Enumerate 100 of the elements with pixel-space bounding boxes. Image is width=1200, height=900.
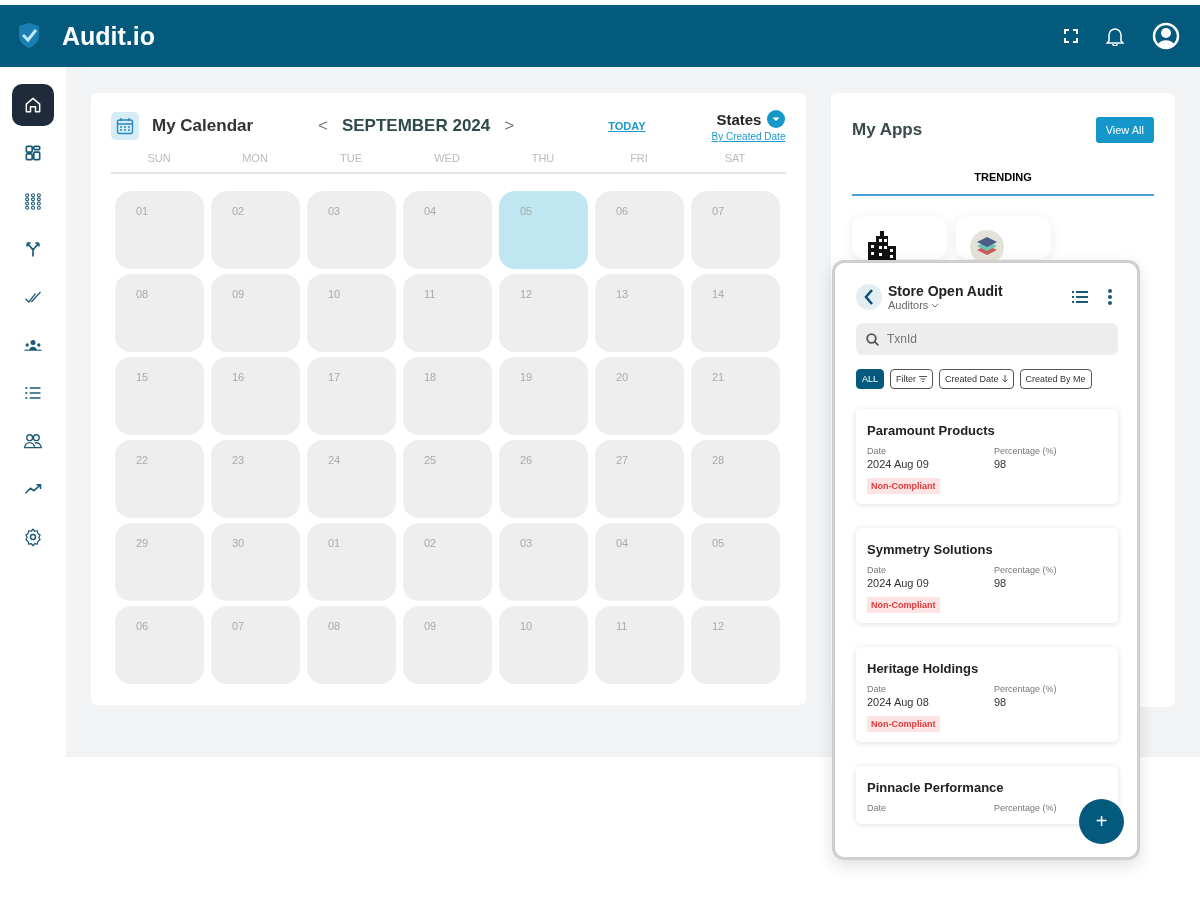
day-cell[interactable]: 05 — [499, 191, 588, 269]
add-button[interactable]: + — [1079, 799, 1124, 844]
back-icon — [864, 289, 874, 305]
audit-card[interactable]: Symmetry Solutions Date 2024 Aug 09 Percentage (%) 98 Non-Compliant — [856, 528, 1118, 623]
sidebar-item[interactable] — [12, 84, 54, 126]
company-name: Paramount Products — [867, 423, 995, 438]
field-label: Percentage (%) — [994, 446, 1057, 457]
day-cell[interactable]: 26 — [499, 440, 588, 518]
day-cell[interactable]: 06 — [115, 606, 204, 684]
calendar-title: My Calendar — [152, 116, 255, 136]
day-cell[interactable]: 10 — [499, 606, 588, 684]
search-field[interactable]: TxnId — [856, 323, 1118, 355]
day-cell[interactable]: 03 — [499, 523, 588, 601]
next-month-button[interactable]: > — [498, 116, 521, 136]
audit-title: Store Open Audit — [888, 283, 1003, 299]
home-icon — [23, 95, 43, 115]
day-cell[interactable]: 13 — [595, 274, 684, 352]
chevron-icon[interactable] — [931, 302, 940, 308]
day-cell[interactable]: 27 — [595, 440, 684, 518]
day-cell[interactable]: 09 — [211, 274, 300, 352]
avatar-icon[interactable] — [1152, 22, 1180, 50]
day-cell[interactable]: 17 — [307, 357, 396, 435]
apps-title: My Apps — [852, 120, 923, 140]
back-button[interactable] — [856, 284, 882, 310]
day-cell[interactable]: 04 — [403, 191, 492, 269]
audit-card[interactable]: Heritage Holdings Date 2024 Aug 08 Percentage (%) 98 Non-Compliant — [856, 647, 1118, 742]
view-all-button[interactable]: View All — [1095, 117, 1154, 143]
tab[interactable]: TRENDING — [852, 157, 1154, 196]
day-cell[interactable]: 20 — [595, 357, 684, 435]
day-cell[interactable]: 14 — [691, 274, 780, 352]
app-tile[interactable] — [956, 216, 1051, 259]
filter-chip[interactable]: Created By Me — [1019, 369, 1092, 389]
dropdown-icon[interactable] — [767, 110, 786, 128]
filter-chip[interactable]: Created Date — [939, 369, 1014, 389]
percentage-value: 98 — [994, 459, 1008, 470]
day-cell[interactable]: 18 — [403, 357, 492, 435]
day-cell[interactable]: 05 — [691, 523, 780, 601]
day-cell[interactable]: 30 — [211, 523, 300, 601]
field-label: Percentage (%) — [994, 565, 1057, 576]
filter-chip[interactable]: Filter — [890, 369, 933, 389]
day-cell[interactable]: 07 — [211, 606, 300, 684]
grid-icon — [23, 191, 43, 211]
date-value: 2024 Aug 08 — [867, 697, 930, 708]
sort-link[interactable]: By Created Date — [711, 131, 786, 142]
day-cell[interactable]: 23 — [211, 440, 300, 518]
day-cell[interactable]: 24 — [307, 440, 396, 518]
month-label: SEPTEMBER 2024 — [341, 116, 491, 136]
date-value: 2024 Aug 09 — [867, 459, 930, 470]
day-cell[interactable]: 09 — [403, 606, 492, 684]
day-cell[interactable]: 12 — [691, 606, 780, 684]
audit-card[interactable]: Paramount Products Date 2024 Aug 09 Percentage (%) 98 Non-Compliant — [856, 409, 1118, 504]
day-cell[interactable]: 28 — [691, 440, 780, 518]
day-cell[interactable]: 01 — [307, 523, 396, 601]
day-cell[interactable]: 02 — [403, 523, 492, 601]
audit-subtitle[interactable]: Auditors — [888, 299, 929, 311]
day-cell[interactable]: 07 — [691, 191, 780, 269]
day-cell[interactable]: 08 — [115, 274, 204, 352]
day-cell[interactable]: 06 — [595, 191, 684, 269]
field-label: Percentage (%) — [994, 803, 1057, 814]
day-cell[interactable]: 15 — [115, 357, 204, 435]
day-cell[interactable]: 04 — [595, 523, 684, 601]
day-cell[interactable]: 08 — [307, 606, 396, 684]
weekday-label: SUN — [146, 152, 172, 164]
status-tag: Non-Compliant — [867, 478, 940, 494]
dashboard-icon — [23, 143, 43, 163]
day-cell[interactable]: 11 — [595, 606, 684, 684]
today-link[interactable]: TODAY — [608, 120, 646, 132]
day-cell[interactable]: 25 — [403, 440, 492, 518]
list-icon[interactable] — [1072, 291, 1088, 303]
day-cell[interactable]: 19 — [499, 357, 588, 435]
more-icon[interactable] — [1108, 289, 1112, 305]
day-cell[interactable]: 03 — [307, 191, 396, 269]
field-label: Percentage (%) — [994, 684, 1057, 695]
fullscreen-icon[interactable] — [1064, 29, 1078, 43]
fork-icon — [23, 239, 43, 259]
company-name: Symmetry Solutions — [867, 542, 993, 557]
percentage-value: 98 — [994, 697, 1008, 708]
day-cell[interactable]: 22 — [115, 440, 204, 518]
weekday-label: FRI — [629, 152, 649, 164]
day-cell[interactable]: 11 — [403, 274, 492, 352]
day-cell[interactable]: 02 — [211, 191, 300, 269]
weekday-label: TUE — [339, 152, 363, 164]
users-icon — [23, 431, 43, 451]
weekday-label: WED — [433, 152, 461, 164]
day-cell[interactable]: 12 — [499, 274, 588, 352]
field-label: Date — [867, 565, 886, 576]
day-cell[interactable]: 10 — [307, 274, 396, 352]
bell-icon[interactable] — [1106, 26, 1124, 46]
app-tile[interactable] — [852, 216, 947, 259]
day-cell[interactable]: 16 — [211, 357, 300, 435]
prev-month-button[interactable]: < — [312, 116, 334, 136]
percentage-value: 98 — [994, 578, 1008, 589]
field-label: Date — [867, 684, 886, 695]
field-label: Date — [867, 446, 886, 457]
day-cell[interactable]: 01 — [115, 191, 204, 269]
company-name: Pinnacle Performance — [867, 780, 1004, 795]
day-cell[interactable]: 21 — [691, 357, 780, 435]
day-cell[interactable]: 29 — [115, 523, 204, 601]
filter-chip[interactable]: ALL — [856, 369, 884, 389]
company-name: Heritage Holdings — [867, 661, 979, 676]
